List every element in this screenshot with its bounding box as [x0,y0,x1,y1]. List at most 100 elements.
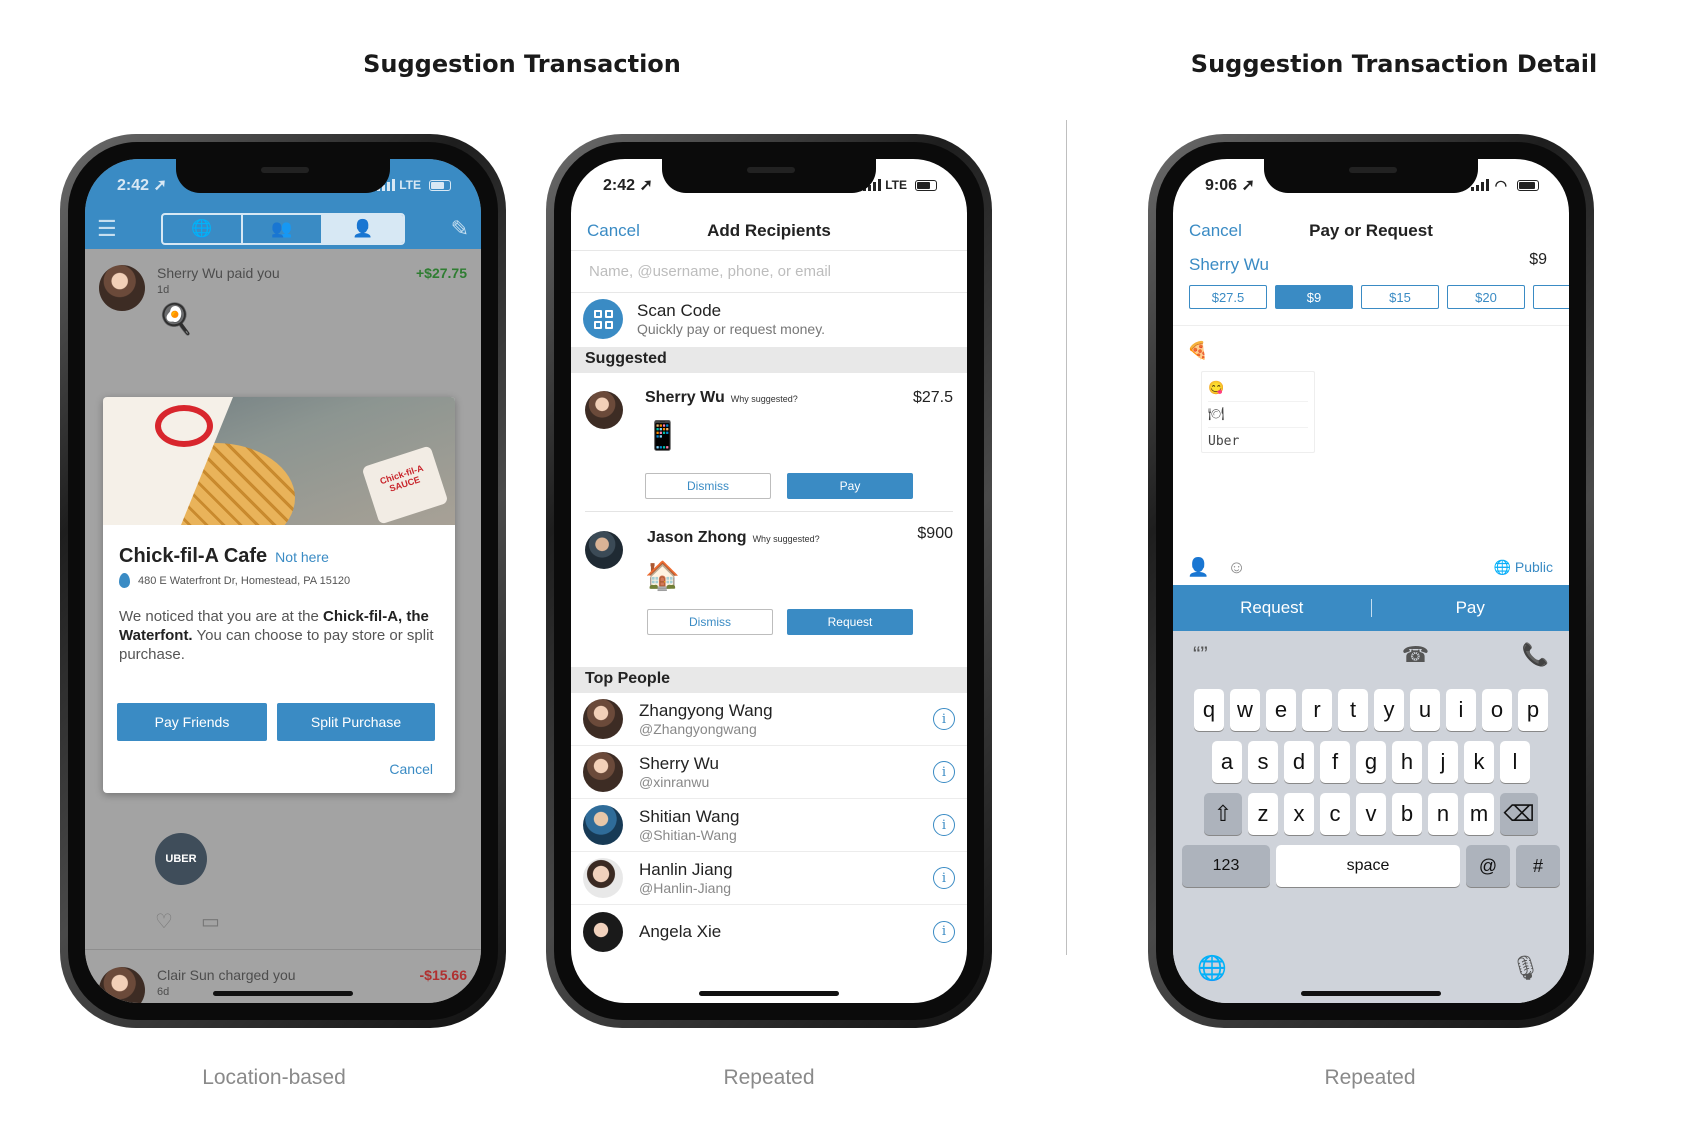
pay-button[interactable]: Pay [787,473,913,499]
dismiss-button[interactable]: Dismiss [647,609,773,635]
key-d[interactable]: d [1284,741,1314,783]
compose-icon[interactable]: ✎ [443,216,469,242]
numbers-key[interactable]: 123 [1182,845,1270,887]
cancel-button[interactable]: Cancel [587,221,640,241]
info-icon[interactable]: i [933,708,955,730]
info-icon[interactable]: i [933,867,955,889]
key-v[interactable]: v [1356,793,1386,835]
request-button[interactable]: Request [787,609,913,635]
telephone-emoji-suggestion[interactable]: ☎ [1371,642,1460,668]
key-z[interactable]: z [1248,793,1278,835]
emoji-suggestion[interactable]: Uber [1208,428,1308,454]
key-b[interactable]: b [1392,793,1422,835]
key-t[interactable]: t [1338,689,1368,731]
key-u[interactable]: u [1410,689,1440,731]
key-e[interactable]: e [1266,689,1296,731]
emoji-suggestion[interactable]: 🍽 [1208,402,1308,428]
heart-icon[interactable]: ♡ [155,909,173,934]
backspace-icon[interactable]: ⌫ [1500,793,1538,835]
key-i[interactable]: i [1446,689,1476,731]
key-g[interactable]: g [1356,741,1386,783]
key-s[interactable]: s [1248,741,1278,783]
request-button[interactable]: Request [1173,598,1371,618]
key-y[interactable]: y [1374,689,1404,731]
key-h[interactable]: h [1392,741,1422,783]
key-f[interactable]: f [1320,741,1350,783]
menu-icon[interactable]: ☰ [97,216,123,242]
keyboard-bottom-bar: 🌐 🎙 [1197,954,1541,983]
tag-person-icon[interactable]: 👤 [1187,557,1209,578]
at-key[interactable]: @ [1466,845,1510,887]
why-suggested-link[interactable]: Why suggested? [753,534,820,544]
emoji-picker-icon[interactable]: ☺ [1227,557,1245,578]
visibility-toggle[interactable]: 🌐 Public [1494,559,1553,576]
list-item[interactable]: Hanlin Jiang @Hanlin-Jiang i [571,852,967,905]
amount-chip[interactable]: $20 [1447,285,1525,309]
network-label: LTE [399,178,421,192]
list-item[interactable]: Zhangyong Wang @Zhangyongwang i [571,693,967,746]
scan-code-subtitle: Quickly pay or request money. [637,321,826,337]
status-time: 2:42 ➚ [603,177,653,194]
location-pin-icon [119,573,130,588]
key-c[interactable]: c [1320,793,1350,835]
home-indicator [699,991,839,996]
key-k[interactable]: k [1464,741,1494,783]
friends-icon[interactable]: 👥 [243,215,323,243]
scan-code-row[interactable]: Scan Code Quickly pay or request money. [571,293,967,345]
dismiss-button[interactable]: Dismiss [645,473,771,499]
recipient-search-input[interactable] [589,263,949,280]
space-key[interactable]: space [1276,845,1460,887]
pay-friends-button[interactable]: Pay Friends [117,703,267,741]
amount-value[interactable]: $9 [1529,251,1547,269]
info-icon[interactable]: i [933,761,955,783]
amount-chip-selected[interactable]: $9 [1275,285,1353,309]
cancel-button[interactable]: Cancel [1189,221,1242,241]
key-l[interactable]: l [1500,741,1530,783]
avatar [583,805,623,845]
key-p[interactable]: p [1518,689,1548,731]
amount-chip[interactable] [1533,285,1569,309]
list-item[interactable]: Sherry Wu @xinranwu i [571,746,967,799]
phone-receiver-emoji-suggestion[interactable]: 📞 [1460,642,1549,668]
quote-suggestion[interactable]: “” [1193,642,1282,668]
recipient-name[interactable]: Sherry Wu [1189,255,1269,275]
amount-chip[interactable]: $15 [1361,285,1439,309]
comment-icon[interactable]: ▭ [201,909,220,934]
why-suggested-link[interactable]: Why suggested? [731,394,798,404]
amount-chip[interactable]: $27.5 [1189,285,1267,309]
globe-icon[interactable]: 🌐 [163,215,243,243]
feed-item[interactable]: Clair Sun charged you 6d 饭 -$15.66 [99,967,467,1003]
key-r[interactable]: r [1302,689,1332,731]
key-a[interactable]: a [1212,741,1242,783]
split-purchase-button[interactable]: Split Purchase [277,703,435,741]
shift-icon[interactable]: ⇧ [1204,793,1242,835]
person-icon[interactable]: 👤 [323,215,403,243]
list-item[interactable]: Shitian Wang @Shitian-Wang i [571,799,967,852]
key-w[interactable]: w [1230,689,1260,731]
emoji-suggestion[interactable]: 😋 [1208,376,1308,402]
not-here-link[interactable]: Not here [275,549,329,565]
key-j[interactable]: j [1428,741,1458,783]
key-m[interactable]: m [1464,793,1494,835]
battery-icon [915,179,937,191]
key-q[interactable]: q [1194,689,1224,731]
info-icon[interactable]: i [933,814,955,836]
key-n[interactable]: n [1428,793,1458,835]
globe-icon[interactable]: 🌐 [1197,954,1227,983]
microphone-icon[interactable]: 🎙 [1511,954,1541,983]
hash-key[interactable]: # [1516,845,1560,887]
person-handle: @Hanlin-Jiang [639,880,732,896]
pay-button[interactable]: Pay [1372,598,1570,618]
feed-item[interactable]: Sherry Wu paid you 1d 🍳 +$27.75 [99,265,467,337]
key-o[interactable]: o [1482,689,1512,731]
modal-cancel-button[interactable]: Cancel [389,761,433,777]
note-input[interactable]: 🍕 [1187,341,1208,361]
battery-icon [1517,179,1539,191]
section-title-right: Suggestion Transaction Detail [1190,50,1598,78]
caption-repeated-2: Repeated [1324,1066,1416,1089]
list-item[interactable]: Angela Xie i [571,905,967,958]
key-x[interactable]: x [1284,793,1314,835]
info-icon[interactable]: i [933,920,955,943]
feed-item-text: Sherry Wu paid you [157,265,280,281]
screen-feed: 2:42 ➚ LTE ☰ 🌐 👥 👤 ✎ Sherry Wu paid you … [85,159,481,1003]
